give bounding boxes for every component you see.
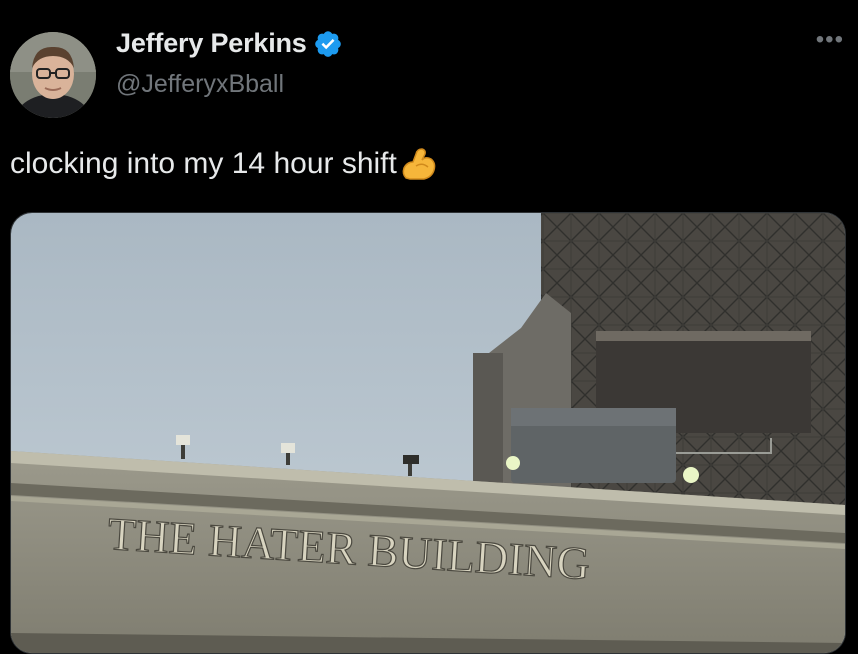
verified-badge-icon <box>314 30 341 57</box>
author-name[interactable]: Jeffery Perkins <box>116 28 307 59</box>
more-options-icon[interactable]: ••• <box>816 26 844 54</box>
avatar-image <box>10 32 96 118</box>
flexed-biceps-icon <box>402 148 436 180</box>
tweet-text: clocking into my 14 hour shift <box>10 147 397 180</box>
author-avatar[interactable] <box>10 32 96 118</box>
author-handle[interactable]: @JefferyxBball <box>116 70 284 99</box>
tweet-media-image[interactable]: THE HATER BUILDING <box>10 212 846 654</box>
tweet-text-row: clocking into my 14 hour shift <box>10 144 438 184</box>
